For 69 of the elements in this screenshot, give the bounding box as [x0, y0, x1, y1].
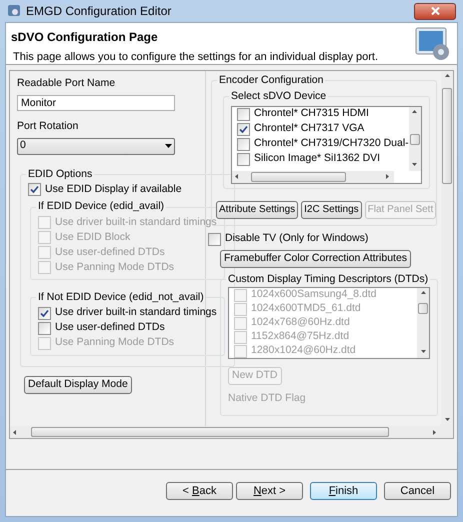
group-title: Custom Display Timing Descriptors (DTDs) [227, 272, 430, 286]
group-title: EDID Options [27, 166, 94, 182]
wizard-button[interactable]: Finish [310, 482, 377, 500]
checkbox-label: Disable TV (Only for Windows) [225, 231, 368, 246]
checkbox[interactable] [237, 122, 250, 136]
scrollbar-thumb[interactable] [442, 88, 452, 184]
checkbox[interactable] [237, 108, 250, 120]
default-display-mode-button[interactable]: Default Display Mode [24, 376, 132, 394]
dropdown-arrow-icon [165, 144, 172, 148]
vertical-scrollbar[interactable] [441, 71, 453, 426]
wizard-button[interactable]: Next > [236, 482, 303, 500]
checkbox-label: 1024x600TMD5_61.dtd [251, 301, 361, 316]
vertical-scrollbar[interactable] [408, 106, 421, 170]
scroll-arrow-icon[interactable] [12, 428, 19, 436]
checkbox-label: Use Panning Mode DTDs [55, 260, 174, 275]
checkbox-label: Use driver built-in standard timings [55, 305, 217, 320]
app-icon [7, 4, 21, 18]
group-title: Select sDVO Device [230, 88, 328, 104]
wizard-button[interactable]: < Back [166, 482, 233, 500]
checkbox[interactable] [38, 322, 51, 335]
scroll-arrow-icon[interactable] [411, 162, 418, 168]
checkbox-label: 1024x600Samsung4_8.dtd [251, 287, 377, 302]
checkbox[interactable] [38, 306, 51, 320]
field-label: Native DTD Flag [228, 391, 307, 406]
scroll-arrow-icon[interactable] [234, 173, 241, 180]
scrollbar-thumb[interactable] [251, 172, 346, 182]
horizontal-scrollbar[interactable] [232, 170, 394, 182]
wizard-button[interactable]: Cancel [384, 482, 451, 500]
checkbox[interactable] [237, 138, 250, 150]
checkbox-label: 1024x768@60Hz.dtd [251, 315, 350, 330]
checkbox-label: Use EDID Block [55, 230, 130, 245]
checkbox-label: Chrontel* CH7315 HDMI [254, 106, 369, 122]
settings-button[interactable]: I2C Settings [301, 200, 362, 218]
close-icon [430, 7, 440, 15]
checkbox-label: 1280x1024@60Hz.dtd [251, 343, 356, 358]
group-title: If Not EDID Device (edid_not_avail) [37, 290, 205, 305]
group-title: If EDID Device (edid_avail) [37, 199, 166, 214]
checkbox-label: Use user-defined DTDs [55, 244, 165, 260]
checkbox-label: Chrontel* CH7317 VGA [254, 121, 364, 136]
scroll-arrow-icon[interactable] [411, 108, 418, 116]
group-title: Encoder Configuration [218, 73, 324, 88]
port-name-field[interactable]: Monitor [17, 94, 175, 111]
window-title: EMGD Configuration Editor [26, 3, 172, 20]
rotation-dropdown[interactable]: 0 [17, 138, 175, 154]
scrollbar-thumb[interactable] [410, 134, 420, 144]
field-label: Port Rotation [17, 118, 80, 134]
device-list[interactable]: Chrontel* CH7315 HDMI Chrontel* CH7317 VGA Chrontel* CH7319/CH7320 Dual- Silicon Image* SiI1362 DVI [231, 106, 422, 184]
close-button[interactable] [414, 2, 456, 20]
framebuffer-button[interactable]: Framebuffer Color Correction Attributes [220, 250, 412, 268]
checkbox-label: 1152x864@75Hz.dtd [251, 329, 350, 344]
scroll-arrow-icon[interactable] [444, 73, 450, 80]
vertical-scrollbar[interactable] [417, 288, 430, 358]
scrollbar-thumb[interactable] [418, 303, 428, 314]
horizontal-scrollbar[interactable] [10, 426, 441, 438]
checkbox-label: Use EDID Display if available [45, 182, 182, 197]
settings-button[interactable]: Attribute Settings [216, 200, 298, 218]
checkbox-label: Silicon Image* SiI1362 DVI [254, 151, 380, 166]
scrollbar-thumb[interactable] [31, 427, 389, 437]
checkbox-label: Use driver built-in standard timings [55, 214, 217, 230]
checkbox[interactable] [208, 232, 221, 246]
checkbox-label: Use user-defined DTDs [55, 320, 165, 336]
checkbox-label: Use Panning Mode DTDs [55, 335, 174, 350]
page-description: This page allows you to configure the settings for an individual display port. [13, 50, 380, 65]
checkbox-label: Chrontel* CH7319/CH7320 Dual- [254, 136, 409, 152]
checkbox[interactable] [237, 152, 250, 166]
page-title: sDVO Configuration Page [11, 29, 159, 46]
checkbox[interactable] [28, 183, 41, 196]
field-label: Readable Port Name [17, 76, 116, 91]
gear-monitor-icon [414, 26, 452, 62]
